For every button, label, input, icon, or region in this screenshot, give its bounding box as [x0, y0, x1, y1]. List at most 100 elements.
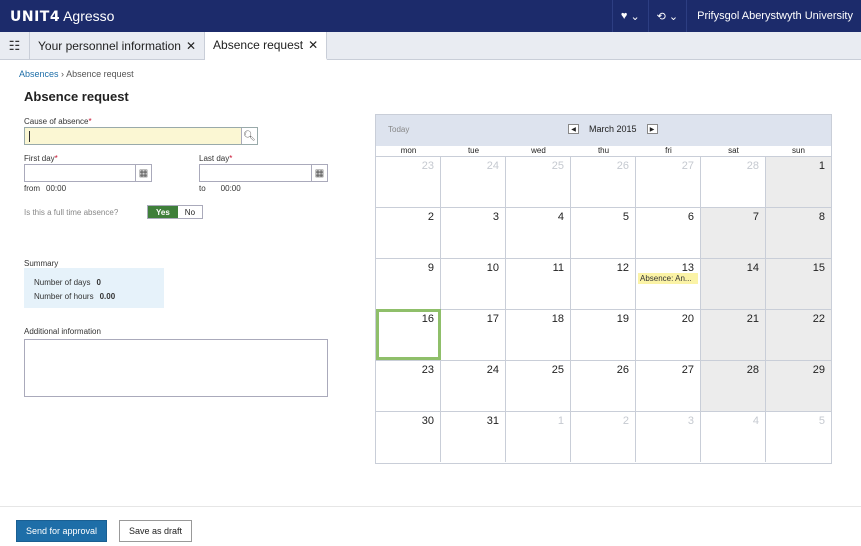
calendar-day[interactable]: 25 [506, 360, 571, 411]
favorites-button[interactable]: ♥ ⌄ [611, 0, 648, 32]
calendar-day[interactable]: 27 [636, 156, 701, 207]
history-button[interactable]: ⟲ ⌄ [647, 0, 686, 32]
calendar-day[interactable]: 8 [766, 207, 831, 258]
from-time-value[interactable]: 00:00 [46, 184, 66, 193]
calendar-day[interactable]: 28 [701, 360, 766, 411]
weekday-tue: tue [467, 146, 480, 155]
calendar-day[interactable]: 29 [766, 360, 831, 411]
calendar-day[interactable]: 4 [506, 207, 571, 258]
calendar-day[interactable]: 10 [441, 258, 506, 309]
full-time-toggle[interactable]: Yes No [147, 205, 204, 219]
day-number: 6 [687, 211, 694, 223]
send-for-approval-button[interactable]: Send for approval [16, 520, 108, 542]
brand-name: UNIT4 [10, 8, 61, 25]
breadcrumb-absences-link[interactable]: Absences [19, 69, 59, 79]
absence-event[interactable]: Absence: An... [638, 273, 698, 284]
day-number: 15 [812, 262, 825, 274]
calendar-day[interactable]: 18 [506, 309, 571, 360]
calendar-icon[interactable]: ▦ [135, 165, 151, 181]
calendar-day[interactable]: 1 [506, 411, 571, 462]
day-number: 28 [746, 364, 759, 376]
calendar-day[interactable]: 17 [441, 309, 506, 360]
day-number: 3 [687, 415, 694, 427]
weekday-thu: thu [597, 146, 610, 155]
close-icon[interactable]: ✕ [186, 39, 196, 53]
calendar-day[interactable]: 2 [571, 411, 636, 462]
app-logo[interactable]: UNIT4 Agresso [0, 8, 114, 25]
next-month-icon[interactable]: ▶ [646, 124, 658, 134]
calendar: Today ◀ March 2015 ▶ mon tue wed thu fri sat s… [375, 114, 832, 464]
prev-month-icon[interactable]: ◀ [568, 124, 579, 134]
to-time-value[interactable]: 00:00 [221, 184, 241, 193]
calendar-day[interactable]: 3 [441, 207, 506, 258]
calendar-day[interactable]: 27 [636, 360, 701, 411]
calendar-day[interactable]: 19 [571, 309, 636, 360]
day-number: 7 [752, 211, 759, 223]
search-icon[interactable]: 🔍︎ [241, 128, 257, 144]
day-number: 5 [818, 415, 825, 427]
menu-icon[interactable]: ☷ [0, 32, 30, 59]
breadcrumb-separator: › [61, 69, 65, 79]
calendar-day[interactable]: 16 [376, 309, 441, 360]
calendar-day[interactable]: 23 [376, 360, 441, 411]
save-as-draft-button[interactable]: Save as draft [119, 520, 193, 542]
calendar-day[interactable]: 13 Absence: An... [636, 258, 701, 309]
calendar-day[interactable]: 12 [571, 258, 636, 309]
additional-info-textarea[interactable] [24, 339, 328, 397]
hours-row: Number of hours 0.00 [34, 292, 116, 301]
calendar-day[interactable]: 2 [376, 207, 441, 258]
from-time: from 00:00 [24, 184, 67, 193]
weekday-mon: mon [400, 146, 417, 155]
last-day-label: Last day* [199, 154, 233, 163]
calendar-day[interactable]: 5 [571, 207, 636, 258]
cause-of-absence-input[interactable]: 🔍︎ [24, 127, 258, 145]
day-number: 26 [616, 364, 629, 376]
calendar-day[interactable]: 28 [701, 156, 766, 207]
calendar-day[interactable]: 21 [701, 309, 766, 360]
calendar-day[interactable]: 31 [441, 411, 506, 462]
calendar-day[interactable]: 14 [701, 258, 766, 309]
day-number: 1 [818, 160, 825, 172]
day-number: 28 [746, 160, 759, 172]
calendar-day[interactable]: 9 [376, 258, 441, 309]
calendar-day[interactable]: 26 [571, 360, 636, 411]
calendar-day[interactable]: 25 [506, 156, 571, 207]
calendar-day[interactable]: 23 [376, 156, 441, 207]
day-number: 27 [681, 364, 694, 376]
tab-personnel-information[interactable]: Your personnel information ✕ [30, 32, 206, 59]
chevron-down-icon: ⌄ [668, 10, 679, 23]
first-day-input[interactable]: ▦ [24, 164, 152, 182]
calendar-day[interactable]: 5 [766, 411, 831, 462]
toggle-yes[interactable]: Yes [148, 206, 178, 218]
calendar-day[interactable]: 15 [766, 258, 831, 309]
toggle-no[interactable]: No [177, 206, 203, 218]
day-number: 17 [486, 313, 499, 325]
calendar-day[interactable]: 3 [636, 411, 701, 462]
calendar-day[interactable]: 24 [441, 156, 506, 207]
close-icon[interactable]: ✕ [308, 38, 318, 52]
calendar-day[interactable]: 22 [766, 309, 831, 360]
calendar-day[interactable]: 1 [766, 156, 831, 207]
calendar-day[interactable]: 11 [506, 258, 571, 309]
cause-of-absence-label: Cause of absence* [24, 117, 92, 126]
first-day-label: First day* [24, 154, 58, 163]
calendar-day[interactable]: 26 [571, 156, 636, 207]
breadcrumb: Absences › Absence request [19, 69, 134, 79]
day-number: 8 [818, 211, 825, 223]
calendar-day[interactable]: 6 [636, 207, 701, 258]
last-day-input[interactable]: ▦ [199, 164, 328, 182]
calendar-day[interactable]: 4 [701, 411, 766, 462]
day-number: 23 [421, 364, 434, 376]
footer-bar: Send for approval Save as draft [0, 506, 861, 546]
calendar-day[interactable]: 30 [376, 411, 441, 462]
user-org-menu[interactable]: Prifysgol Aberystwyth University [686, 0, 861, 32]
summary-panel: Number of days 0 Number of hours 0.00 [24, 268, 164, 308]
day-number: 27 [681, 160, 694, 172]
calendar-day[interactable]: 24 [441, 360, 506, 411]
today-button[interactable]: Today [388, 125, 409, 134]
calendar-day[interactable]: 20 [636, 309, 701, 360]
calendar-day[interactable]: 7 [701, 207, 766, 258]
tab-absence-request[interactable]: Absence request ✕ [205, 32, 328, 60]
calendar-icon[interactable]: ▦ [311, 165, 327, 181]
day-number: 21 [746, 313, 759, 325]
